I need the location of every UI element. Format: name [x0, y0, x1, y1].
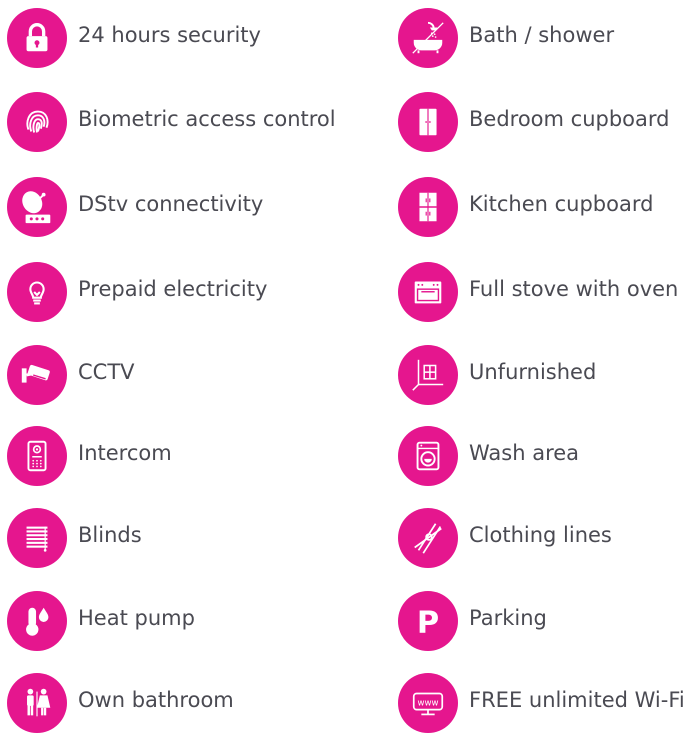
amenity-item: Wash area: [398, 426, 696, 486]
clothes-peg-icon: [398, 508, 458, 568]
man-woman-icon: [7, 673, 67, 733]
padlock-icon: [7, 8, 67, 68]
wifi-www-icon: www: [398, 673, 458, 733]
amenity-item: Bath / shower: [398, 8, 696, 68]
amenity-label: Parking: [469, 606, 547, 630]
amenity-item: Unfurnished: [398, 345, 696, 405]
kitchen-cabinet-icon: [398, 177, 458, 237]
amenity-label: Intercom: [78, 441, 172, 465]
www-glyph: www: [418, 698, 439, 708]
amenity-label: FREE unlimited Wi-Fi: [469, 688, 685, 712]
amenity-label: Wash area: [469, 441, 580, 465]
amenity-label: Prepaid electricity: [78, 277, 268, 301]
stove-oven-icon: [398, 262, 458, 322]
amenity-label: CCTV: [78, 360, 135, 384]
amenity-item: Bedroom cupboard: [398, 92, 696, 152]
intercom-panel-icon: [7, 426, 67, 486]
parking-glyph: P: [417, 605, 439, 640]
amenity-item: Kitchen cupboard: [398, 177, 696, 237]
amenity-label: Clothing lines: [469, 523, 612, 547]
amenity-item: Clothing lines: [398, 508, 696, 568]
amenity-item: 24 hours security: [7, 8, 307, 68]
amenity-item: Full stove with oven: [398, 262, 696, 322]
light-bulb-icon: [7, 262, 67, 322]
amenity-label: DStv connectivity: [78, 192, 264, 216]
amenity-label: Full stove with oven: [469, 277, 679, 301]
window-blinds-icon: [7, 508, 67, 568]
amenity-item: Biometric access control: [7, 92, 336, 152]
amenity-item: www FREE unlimited Wi-Fi: [398, 673, 696, 733]
amenity-label: Bedroom cupboard: [469, 107, 670, 131]
amenity-item: Prepaid electricity: [7, 262, 307, 322]
security-camera-icon: [7, 345, 67, 405]
amenity-label: Blinds: [78, 523, 142, 547]
fingerprint-icon: [7, 92, 67, 152]
amenity-item: Blinds: [7, 508, 307, 568]
amenity-label: Unfurnished: [469, 360, 597, 384]
empty-room-icon: [398, 345, 458, 405]
amenity-item: CCTV: [7, 345, 307, 405]
amenity-item: Heat pump: [7, 591, 307, 651]
amenity-label: Biometric access control: [78, 107, 336, 131]
amenity-item: Intercom: [7, 426, 307, 486]
amenity-item: DStv connectivity: [7, 177, 307, 237]
bath-shower-icon: [398, 8, 458, 68]
amenity-item: Own bathroom: [7, 673, 307, 733]
washing-machine-icon: [398, 426, 458, 486]
thermometer-drop-icon: [7, 591, 67, 651]
amenity-label: Kitchen cupboard: [469, 192, 654, 216]
wardrobe-icon: [398, 92, 458, 152]
amenity-label: 24 hours security: [78, 23, 261, 47]
amenity-item: P Parking: [398, 591, 696, 651]
amenity-label: Heat pump: [78, 606, 195, 630]
amenity-label: Own bathroom: [78, 688, 234, 712]
amenity-label: Bath / shower: [469, 23, 615, 47]
satellite-dish-icon: [7, 177, 67, 237]
parking-icon: P: [398, 591, 458, 651]
